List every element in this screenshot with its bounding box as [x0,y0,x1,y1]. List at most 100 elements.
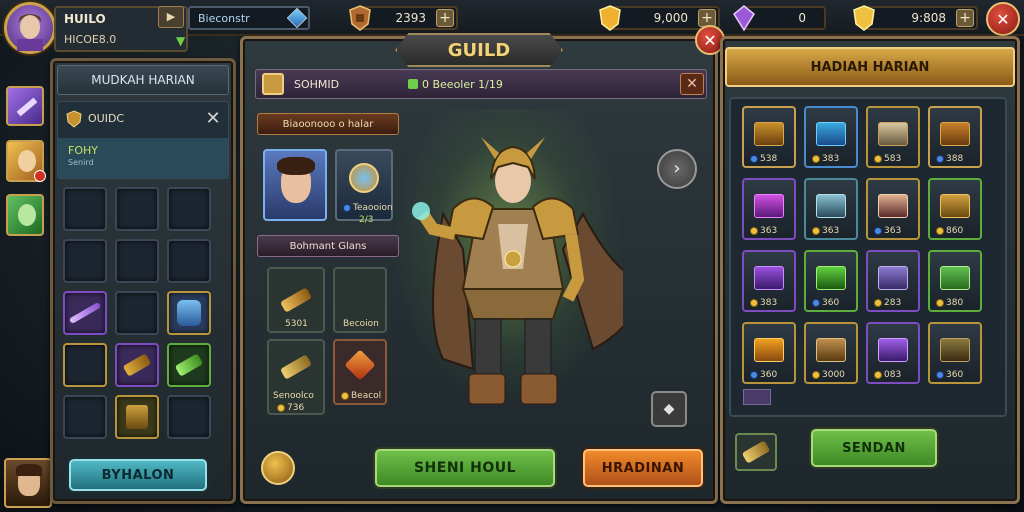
scroll-item-icon [741,440,771,464]
reward-cell[interactable]: 083 [866,322,920,384]
inv-slot-5[interactable] [115,239,159,283]
inv-slot-8[interactable] [115,291,159,335]
reward-item-icon [754,193,784,218]
guild-header-close-button[interactable]: ✕ [680,73,704,95]
reward-item-icon [940,121,970,146]
hero-face-icon [18,150,36,172]
reward-item-icon [816,121,846,146]
inv-slot-scroll[interactable] [115,343,159,387]
currency-icon [750,370,758,379]
guild-coin-button[interactable] [261,451,295,485]
reward-item-icon [940,193,970,218]
inv-slot-2[interactable] [115,187,159,231]
reward-cell[interactable]: 360 [928,322,982,384]
reward-cell[interactable]: 283 [866,250,920,312]
bottom-portrait[interactable] [4,458,52,508]
reward-label: 383 [750,298,777,308]
scroll-item-button[interactable] [735,433,777,471]
reward-label: 283 [874,298,901,308]
reward-cell[interactable]: 363 [804,178,858,240]
hero-card-1[interactable] [263,149,327,221]
next-arrow-button[interactable]: › [657,149,697,189]
close-icon: ✕ [996,9,1010,29]
share-button[interactable]: SHENI HOUL [375,449,555,487]
left-subpanel-title: OUIDC [88,112,125,125]
reward-cell[interactable]: 583 [866,106,920,168]
inv-slot-13[interactable] [63,395,107,439]
reward-label: 583 [874,154,901,164]
currency-icon [874,226,882,235]
left-subpanel-close-button[interactable]: ✕ [202,108,224,130]
member-row[interactable]: FOHY Senird [58,138,228,178]
wood-shield-icon [349,5,371,31]
player-avatar[interactable] [4,2,56,54]
section1-label: Biaoonooo o halar [282,118,374,130]
item-card-1[interactable]: 5301 [267,267,325,333]
inv-slot-boots[interactable] [115,395,159,439]
item-card-1-label: 5301 [285,319,308,329]
reward-cell[interactable]: 388 [928,106,982,168]
inv-slot-leaf[interactable] [167,343,211,387]
coin-bag-icon [853,5,875,31]
section2-label: Bohmant Glans [289,240,367,252]
item-card-3[interactable]: Senoolco 736 [267,339,325,415]
reward-cell[interactable]: 363 [742,178,796,240]
currency-icon [812,370,820,379]
side-tab-hero[interactable] [6,140,46,182]
inv-slot-10[interactable] [63,343,107,387]
left-panel-button[interactable]: BYHALON [69,459,207,491]
left-panel-header: MUDKAH HARIAN [57,65,229,95]
harvest-button[interactable]: HRADINAN [583,449,703,487]
rewards-scroll-indicator[interactable] [743,389,771,405]
reward-item-icon [878,265,908,290]
reward-cell[interactable]: 380 [928,250,982,312]
level-up-icon: ▼ [176,34,186,48]
inv-slot-1[interactable] [63,187,107,231]
torch-icon [280,354,312,380]
side-tab-friend[interactable] [6,194,44,236]
side-tab-magic[interactable] [6,86,44,126]
inv-slot-sword[interactable] [63,291,107,335]
reward-cell[interactable]: 363 [866,178,920,240]
member-role: Senird [68,158,94,167]
section1-label-plate: Biaoonooo o halar [257,113,399,135]
guild-shield-icon [66,110,82,128]
members-icon [408,79,418,89]
item-card-4[interactable]: Beacol [333,339,387,405]
reward-cell[interactable]: 360 [742,322,796,384]
crystal-icon [286,7,308,29]
resource-wood-value: 2393 [395,11,426,25]
currency-icon [874,154,882,163]
reward-cell[interactable]: 360 [804,250,858,312]
id-field[interactable]: Bieconstr [188,6,310,30]
main-close-button[interactable]: ✕ [986,2,1020,36]
reward-cell[interactable]: 3000 [804,322,858,384]
reward-cell[interactable]: 860 [928,178,982,240]
inv-slot-armor[interactable] [167,291,211,335]
currency-icon [874,370,882,379]
reward-label: 383 [812,154,839,164]
reward-cell[interactable]: 383 [742,250,796,312]
inv-slot-6[interactable] [167,239,211,283]
reward-label: 538 [750,154,777,164]
send-button[interactable]: SENDAN [811,429,937,467]
inv-slot-3[interactable] [167,187,211,231]
add-coins-button[interactable]: + [956,9,974,27]
portrait-hair-icon [16,464,42,476]
alert-badge-icon [34,170,46,182]
expand-button[interactable]: ▶ [158,6,184,28]
reward-label: 083 [874,370,901,380]
hero-card-2[interactable]: Teaooion 2/3 [335,149,393,225]
inv-slot-4[interactable] [63,239,107,283]
reward-cell[interactable]: 383 [804,106,858,168]
gold-shield-icon [599,5,621,31]
gear-button[interactable]: ◆ [651,391,687,427]
currency-icon [936,298,944,307]
item-card-2[interactable]: Becoion [333,267,387,333]
add-wood-button[interactable]: + [436,9,454,27]
reward-label: 360 [750,370,777,380]
reward-cell[interactable]: 538 [742,106,796,168]
inv-slot-15[interactable] [167,395,211,439]
reward-label: 860 [936,226,963,236]
reward-label: 380 [936,298,963,308]
